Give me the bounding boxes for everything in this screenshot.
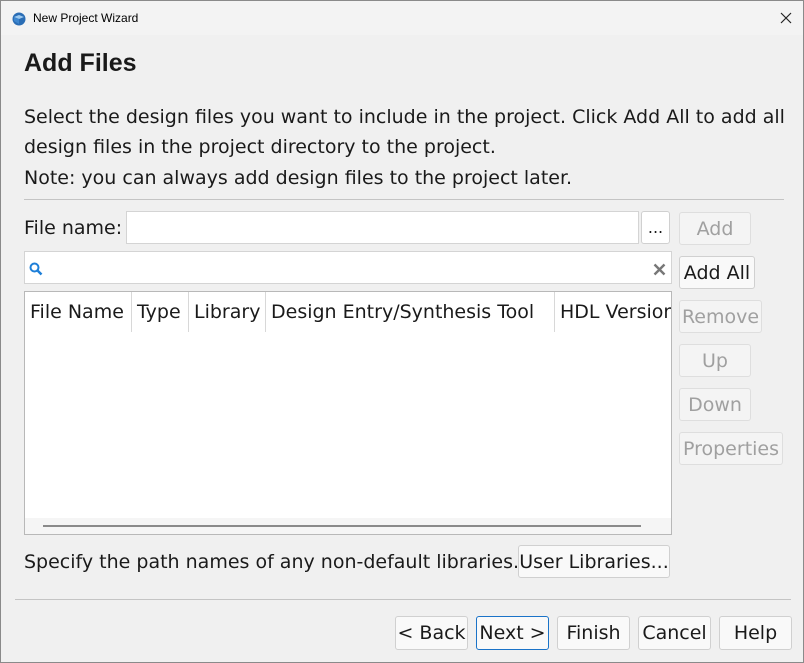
- file-name-label: File name:: [24, 217, 123, 239]
- table-header: File Name Type Library Design Entry/Synt…: [25, 292, 671, 333]
- new-project-wizard-window: New Project Wizard Add Files Select the …: [0, 0, 804, 663]
- user-libraries-button[interactable]: User Libraries...: [518, 545, 670, 578]
- column-header-type[interactable]: Type: [132, 292, 189, 332]
- add-button[interactable]: Add: [679, 212, 751, 245]
- page-title: Add Files: [24, 49, 137, 77]
- down-button[interactable]: Down: [679, 388, 751, 421]
- app-logo-icon: [11, 11, 27, 26]
- search-input[interactable]: [24, 251, 672, 284]
- footer-divider: [15, 599, 791, 600]
- files-table[interactable]: File Name Type Library Design Entry/Synt…: [24, 291, 672, 535]
- window-title: New Project Wizard: [33, 11, 139, 25]
- finish-button[interactable]: Finish: [557, 616, 630, 650]
- close-button[interactable]: [769, 1, 803, 35]
- properties-button[interactable]: Properties: [679, 432, 783, 465]
- page-description: Select the design files you want to incl…: [24, 106, 785, 158]
- back-button[interactable]: < Back: [395, 616, 468, 650]
- help-button[interactable]: Help: [719, 616, 792, 650]
- close-icon: [780, 9, 792, 28]
- browse-button[interactable]: ...: [641, 211, 670, 244]
- column-header-design-entry-tool[interactable]: Design Entry/Synthesis Tool: [266, 292, 555, 332]
- header-divider: [24, 199, 784, 200]
- page-note: Note: you can always add design files to…: [24, 167, 573, 189]
- column-header-library[interactable]: Library: [189, 292, 266, 332]
- file-name-input[interactable]: [126, 211, 639, 244]
- clear-icon[interactable]: [653, 261, 666, 280]
- add-all-button[interactable]: Add All: [679, 256, 755, 289]
- libraries-label: Specify the path names of any non-defaul…: [24, 551, 520, 573]
- column-header-file-name[interactable]: File Name: [25, 292, 132, 332]
- horizontal-scrollbar-thumb[interactable]: [43, 525, 641, 527]
- search-icon: [29, 261, 43, 280]
- remove-button[interactable]: Remove: [679, 300, 762, 333]
- title-bar: New Project Wizard: [1, 1, 803, 35]
- up-button[interactable]: Up: [679, 344, 751, 377]
- column-header-hdl-version[interactable]: HDL Version: [555, 292, 671, 332]
- cancel-button[interactable]: Cancel: [638, 616, 711, 650]
- next-button[interactable]: Next >: [476, 616, 549, 650]
